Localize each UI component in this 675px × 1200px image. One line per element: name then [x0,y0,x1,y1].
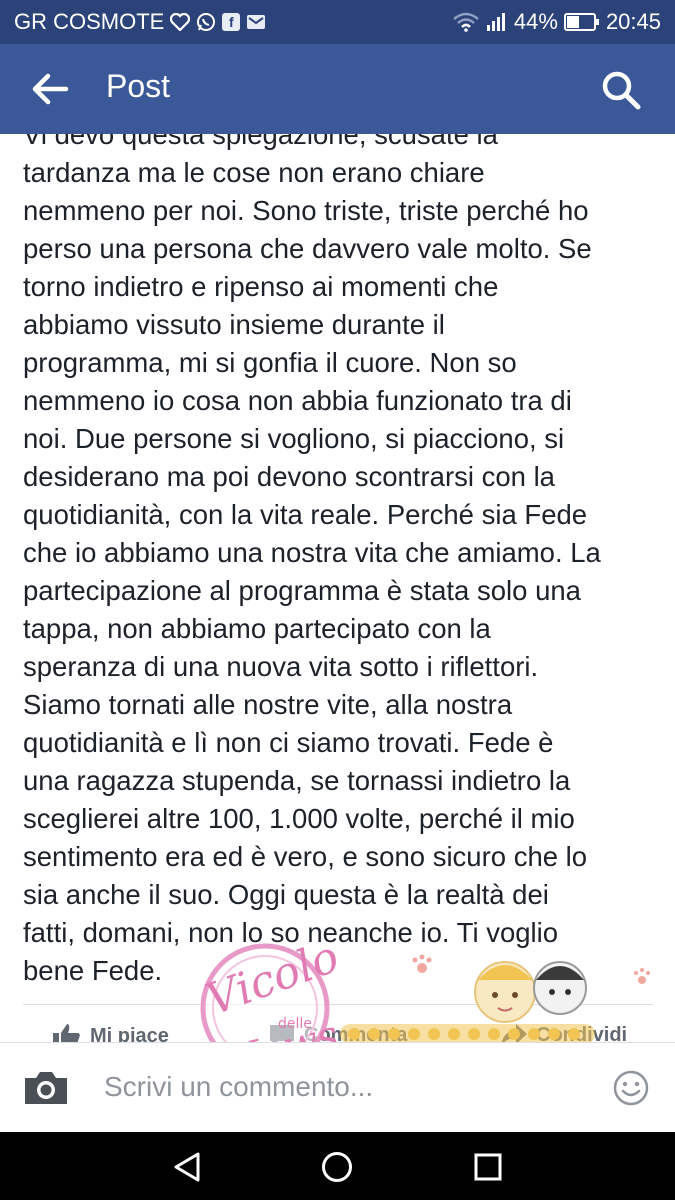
emoji-button[interactable] [612,1069,650,1107]
post-line: sia anche il suo. Oggi questa è la realt… [23,879,549,910]
home-circle-icon [322,1152,352,1182]
post-line: speranza di una nuova vita sotto i rifle… [23,651,539,682]
share-button[interactable]: Condividi [500,1022,627,1042]
post-line: che io abbiamo una nostra vita che amiam… [23,537,601,568]
page-title: Post [106,68,171,104]
app-bar: Post [0,44,675,134]
comment-label: Commenta [304,1023,408,1043]
nav-home-button[interactable] [320,1150,354,1184]
signal-icon [486,12,508,32]
facebook-icon: f [222,13,241,31]
post-line: sceglierei altre 100, 1.000 volte, perch… [23,803,575,834]
navigation-bar [0,1132,675,1200]
post-line: sentimento era ed è vero, e sono sicuro … [23,841,588,872]
post-line: perso una persona che davvero vale molto… [23,233,592,264]
share-label: Condividi [536,1023,628,1043]
post-line: nemmeno per noi. Sono triste, triste per… [23,195,589,226]
post-line: quotidianità, con la vita reale. Perché … [23,499,588,530]
camera-button[interactable] [22,1069,70,1107]
whatsapp-icon [196,12,216,32]
comment-bubble-icon [270,1025,294,1042]
post-line: desiderano ma poi devono scontrarsi con … [23,461,555,492]
back-triangle-icon [174,1152,200,1182]
post-line: noi. Due persone si vogliono, si piaccio… [23,423,565,454]
gmail-icon [246,13,266,31]
back-button[interactable] [30,72,70,106]
search-icon [602,71,641,110]
post-line: partecipazione al programma è stata solo… [23,575,581,606]
battery-icon [563,12,600,32]
search-button[interactable] [600,70,644,110]
post-line: bene Fede. [23,955,163,986]
nav-back-button[interactable] [170,1150,204,1184]
smiley-icon [613,1070,649,1106]
like-button[interactable]: Mi piace [52,1022,169,1042]
battery-percent: 44% [513,9,558,34]
post-line: una ragazza stupenda, se tornassi indiet… [23,765,571,796]
post-text: Vi devo questa spiegazione, scusate la t… [23,134,663,990]
clock: 20:45 [605,9,661,34]
post-line: nemmeno io cosa non abbia funzionato tra… [23,385,572,416]
post-line: programma, mi si gonfia il cuore. Non so [23,347,517,378]
thumbs-up-icon [53,1024,80,1042]
divider [23,1004,653,1005]
recents-square-icon [474,1153,502,1181]
comment-button[interactable]: Commenta [268,1022,407,1042]
status-right: 44% 20:45 [452,9,661,35]
comment-bar [0,1042,675,1132]
camera-icon [25,1072,67,1104]
post-actions: Mi piace Commenta Condividi [0,1022,675,1042]
post-line: quotidianità e lì non ci siamo trovati. … [23,727,554,758]
wifi-icon [452,12,480,32]
post-line: Siamo tornati alle nostre vite, alla nos… [23,689,513,720]
status-bar: GR COSMOTE f 44% 20:45 [0,0,675,44]
post-line: abbiamo vissuto insieme durante il [23,309,445,340]
heart-icon [170,13,191,31]
post-content: Vi devo questa spiegazione, scusate la t… [0,134,675,1042]
post-line: Vi devo questa spiegazione, scusate la [23,134,498,150]
post-line: torno indietro e ripenso ai momenti che [23,271,499,302]
post-line: fatti, domani, non lo so neanche io. Ti … [23,917,559,948]
like-label: Mi piace [90,1024,169,1043]
post-line: tardanza ma le cose non erano chiare [23,157,485,188]
post-line: tappa, non abbiamo partecipato con la [23,613,491,644]
comment-input[interactable] [104,1065,584,1109]
share-arrow-icon [501,1024,527,1042]
carrier-name: GR COSMOTE [14,9,165,34]
arrow-left-icon [32,73,69,105]
status-left: GR COSMOTE f [14,9,266,35]
nav-recents-button[interactable] [471,1150,505,1184]
